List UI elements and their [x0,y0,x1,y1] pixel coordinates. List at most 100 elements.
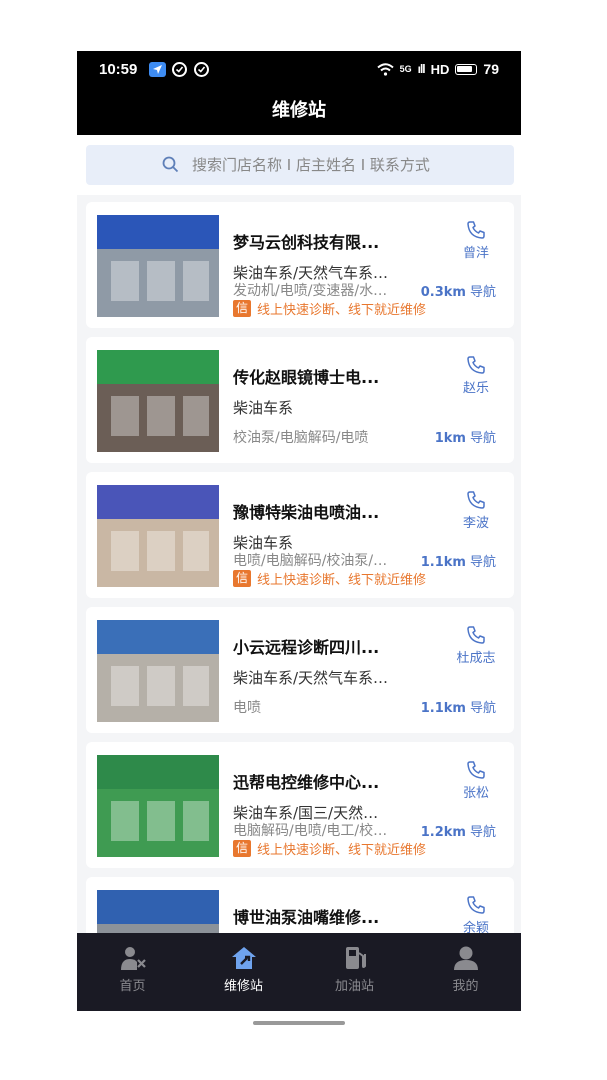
check-circle-icon [172,62,187,77]
status-right: 5G ıll HD 79 [376,61,499,77]
store-card[interactable]: 豫博特柴油电喷油... 柴油车系 电喷/电脑解码/校油泵/… 信线上快速诊断、线下就近… [86,472,514,598]
phone-icon [467,626,485,644]
navigate-label: 导航 [469,825,496,840]
store-services: 校油泵/电脑解码/电喷 [233,430,369,446]
battery-level: 79 [483,61,499,77]
search-icon [162,156,179,173]
navigate-button[interactable]: 1.1km 导航 [421,551,496,570]
store-vehicle-types: 柴油车系 [233,399,294,417]
store-photo [97,485,219,587]
mechanic-icon [120,947,146,970]
signal-icon: ıll [417,62,426,76]
navigate-label: 导航 [469,285,496,300]
store-services: 电喷/电脑解码/校油泵/… [233,553,388,569]
tab-label: 加油站 [334,979,374,994]
store-distance: 1.1km [420,701,466,716]
owner-name: 赵乐 [462,381,489,396]
call-button[interactable]: 张松 [446,760,506,801]
promo-text: 线上快速诊断、线下就近维修 [257,303,427,318]
store-name[interactable]: 梦马云创科技有限... [233,229,379,253]
owner-name: 杜成志 [456,651,496,666]
store-name[interactable]: 博世油泵油嘴维修... [233,904,379,928]
person-icon [453,946,478,970]
store-name[interactable]: 豫博特柴油电喷油... [233,499,379,523]
tab-label: 首页 [119,979,146,994]
tab-gas-station[interactable]: 加油站 [299,933,410,1011]
bottom-tab-bar: 首页 维修站 加油站 我的 [77,933,521,1011]
store-distance: 1.2km [420,825,466,840]
wifi-icon [376,62,394,76]
fuel-pump-icon [345,947,366,969]
tab-repair-station[interactable]: 维修站 [188,933,299,1011]
search-bar [77,135,521,195]
home-indicator[interactable] [253,1021,345,1025]
navigate-label: 导航 [469,701,496,716]
store-distance: 1.1km [420,555,466,570]
hd-label: HD [430,61,450,77]
search-input[interactable] [192,151,492,179]
call-button[interactable]: 余颖 [446,895,506,933]
navigate-button[interactable]: 1.2km 导航 [421,821,496,840]
store-photo [97,755,219,857]
promo-badge: 信 [233,840,251,857]
call-button[interactable]: 曾洋 [446,220,506,261]
battery-icon [455,63,478,75]
store-distance: 1km [434,431,466,446]
store-services: 电脑解码/电喷/电工/校… [233,823,388,839]
repair-house-icon [231,947,256,969]
navigate-button[interactable]: 1km 导航 [435,427,496,446]
phone-icon [467,491,485,509]
owner-name: 李波 [462,516,489,531]
call-button[interactable]: 杜成志 [446,625,506,666]
call-button[interactable]: 李波 [446,490,506,531]
app-screen: 10:59 5G ıll HD 79 维修站 梦马云创科 [77,51,521,1011]
store-card[interactable]: 迅帮电控维修中心... 柴油车系/国三/天然… 电脑解码/电喷/电工/校… 信线上快速… [86,742,514,868]
promo-text: 线上快速诊断、线下就近维修 [257,843,427,858]
store-promo: 信线上快速诊断、线下就近维修 [233,569,426,588]
store-photo-sign [97,485,219,519]
check-circle-icon [194,62,209,77]
store-card[interactable]: 梦马云创科技有限... 柴油车系/天然气车系… 发动机/电喷/变速器/水… 信线上快速… [86,202,514,328]
location-icon [149,62,166,77]
store-photo [97,890,219,933]
title-bar: 维修站 [77,89,521,135]
tab-label: 维修站 [223,979,263,994]
store-photo [97,215,219,317]
network-label: 5G [399,64,412,74]
promo-badge: 信 [233,300,251,317]
phone-icon [467,896,485,914]
store-vehicle-types: 柴油车系/天然气车系… [233,669,389,687]
phone-icon [467,221,485,239]
owner-name: 曾洋 [462,246,489,261]
store-photo-sign [97,215,219,249]
promo-badge: 信 [233,570,251,587]
navigate-label: 导航 [469,555,496,570]
store-card[interactable]: 小云远程诊断四川... 柴油车系/天然气车系… 电喷 杜成志 1.1km 导航 [86,607,514,733]
store-photo-sign [97,620,219,654]
phone-icon [467,761,485,779]
store-photo [97,350,219,452]
promo-text: 线上快速诊断、线下就近维修 [257,573,427,588]
store-promo: 信线上快速诊断、线下就近维修 [233,839,426,858]
store-promo: 信线上快速诊断、线下就近维修 [233,299,426,318]
tab-home[interactable]: 首页 [77,933,188,1011]
store-photo-sign [97,755,219,789]
store-photo-sign [97,890,219,924]
store-name[interactable]: 迅帮电控维修中心... [233,769,379,793]
store-services: 电喷 [233,700,261,716]
status-time: 10:59 [99,61,138,78]
navigate-label: 导航 [469,431,496,446]
navigate-button[interactable]: 1.1km 导航 [421,697,496,716]
call-button[interactable]: 赵乐 [446,355,506,396]
tab-mine[interactable]: 我的 [410,933,521,1011]
store-list[interactable]: 梦马云创科技有限... 柴油车系/天然气车系… 发动机/电喷/变速器/水… 信线上快速… [77,195,521,933]
owner-name: 余颖 [462,921,489,933]
navigate-button[interactable]: 0.3km 导航 [421,281,496,300]
store-card[interactable]: 传化赵眼镜博士电... 柴油车系校油泵/电脑解码/电喷 赵乐 1km 导航 [86,337,514,463]
store-photo-sign [97,350,219,384]
store-name[interactable]: 传化赵眼镜博士电... [233,364,379,388]
store-name[interactable]: 小云远程诊断四川... [233,634,379,658]
store-card[interactable]: 博世油泵油嘴维修... 余颖 [86,877,514,933]
search-box[interactable] [86,145,514,185]
phone-icon [467,356,485,374]
